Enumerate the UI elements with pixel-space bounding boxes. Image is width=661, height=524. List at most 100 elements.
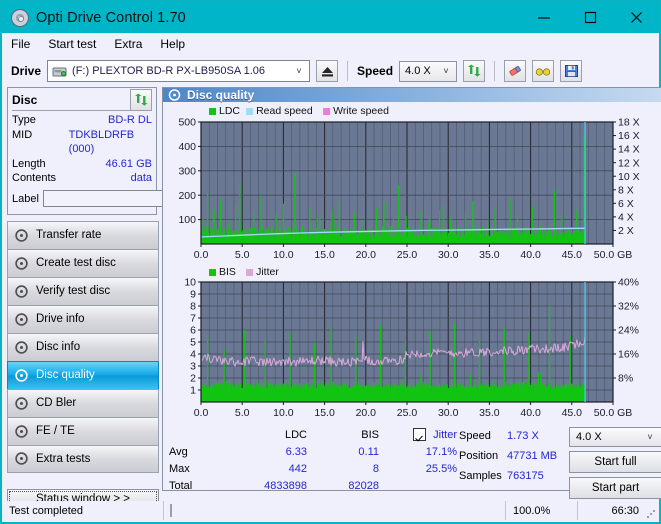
- drive-icon: [52, 67, 67, 77]
- stats-row-avg: Avg 6.33 0.11 17.1%: [169, 443, 459, 460]
- disc-label-key: Label: [12, 192, 39, 205]
- sidebar: Disc Type BD-R DL MID TDKBLDRFB (000) Le…: [2, 87, 247, 509]
- svg-text:200: 200: [178, 190, 196, 202]
- stats-avg-jitter: 17.1%: [425, 445, 457, 458]
- stats-table: LDC BIS Jitter Avg 6.33 0.11 17.1% Max 4…: [169, 426, 459, 499]
- svg-text:40.0: 40.0: [520, 407, 541, 419]
- stats-col-ldc: LDC: [284, 428, 307, 441]
- stats-row-label: Max: [169, 462, 190, 475]
- menu-file[interactable]: File: [11, 37, 30, 51]
- disc-row-mid: MID TDKBLDRFB (000): [12, 128, 152, 157]
- bis-jitter-chart[interactable]: BIS Jitter 1 2 3 4 5 6 7 8 9 10 8% 16% 24% 32% 40% 0.0 5.0…: [163, 264, 661, 422]
- svg-text:Write speed: Write speed: [333, 105, 389, 117]
- svg-text:40.0: 40.0: [520, 249, 541, 261]
- svg-text:14 X: 14 X: [618, 144, 640, 156]
- refresh-button[interactable]: [463, 60, 486, 82]
- sidebar-label: Create test disc: [36, 257, 116, 269]
- sidebar-item-verify-test-disc[interactable]: Verify test disc: [7, 276, 159, 305]
- test-buttons: 4.0 X ˅ Start full Start part: [569, 426, 661, 499]
- menu-extra[interactable]: Extra: [114, 37, 142, 51]
- menu-bar: File Start test Extra Help: [2, 33, 659, 55]
- svg-text:45.0: 45.0: [562, 249, 583, 261]
- start-part-button[interactable]: Start part: [569, 477, 661, 499]
- svg-text:2: 2: [190, 373, 196, 385]
- eraser-button[interactable]: [504, 60, 527, 82]
- close-button[interactable]: [613, 2, 659, 33]
- svg-text:9: 9: [190, 289, 196, 301]
- drive-toolbar: Drive (F:) PLEXTOR BD-R PX-LB950SA 1.06 …: [2, 55, 659, 87]
- stats-row-total: Total 4833898 82028: [169, 477, 459, 494]
- stats-total-bis: 82028: [348, 479, 379, 492]
- samples-value: 763175: [507, 470, 544, 482]
- stats-col-jitter-wrap: Jitter: [379, 428, 457, 441]
- refresh-icon: [134, 93, 147, 106]
- title-bar: Opti Drive Control 1.70: [2, 2, 659, 33]
- svg-text:15.0: 15.0: [314, 249, 335, 261]
- stats-max-bis: 8: [372, 462, 379, 475]
- svg-text:25.0: 25.0: [397, 249, 418, 261]
- sidebar-item-disc-info[interactable]: Disc info: [7, 332, 159, 361]
- sidebar-item-fe-te[interactable]: FE / TE: [7, 416, 159, 445]
- chevron-down-icon: ˅: [443, 66, 449, 76]
- drive-label: Drive: [11, 64, 42, 78]
- svg-text:50.0 GB: 50.0 GB: [594, 407, 633, 419]
- disc-icon: [168, 89, 181, 101]
- svg-text:16%: 16%: [618, 349, 639, 361]
- sidebar-item-extra-tests[interactable]: Extra tests: [7, 444, 159, 473]
- position-value: 47731 MB: [507, 450, 558, 462]
- svg-text:400: 400: [178, 141, 196, 153]
- sidebar-item-create-test-disc[interactable]: Create test disc: [7, 248, 159, 277]
- glasses-button[interactable]: [532, 60, 555, 82]
- stats-avg-bis: 0.11: [358, 445, 379, 458]
- svg-text:LDC: LDC: [219, 105, 240, 117]
- eject-button[interactable]: [316, 60, 339, 82]
- svg-text:100: 100: [178, 214, 196, 226]
- sidebar-item-drive-info[interactable]: Drive info: [7, 304, 159, 333]
- stats-total-ldc: 4833898: [264, 479, 307, 492]
- speed-select[interactable]: 4.0 X ˅: [399, 60, 458, 82]
- status-text: Test completed: [4, 501, 164, 520]
- save-button[interactable]: [560, 60, 583, 82]
- svg-text:6: 6: [190, 325, 196, 337]
- disc-refresh-button[interactable]: [130, 88, 152, 111]
- sidebar-item-cd-bler[interactable]: CD Bler: [7, 388, 159, 417]
- sidebar-label: Disc quality: [36, 369, 95, 381]
- svg-text:5: 5: [190, 337, 196, 349]
- sidebar-item-disc-quality[interactable]: Disc quality: [7, 360, 159, 389]
- ldc-chart[interactable]: LDC Read speed Write speed 100 200 300 400 500 2…: [163, 102, 661, 264]
- svg-text:30.0: 30.0: [438, 249, 459, 261]
- toolbar-divider: [347, 61, 349, 81]
- readout-speed: Speed 1.73 X: [459, 426, 569, 446]
- menu-start-test[interactable]: Start test: [48, 37, 96, 51]
- disc-value-contents: data: [130, 172, 152, 184]
- svg-text:0.0: 0.0: [194, 407, 209, 419]
- jitter-checkbox[interactable]: [413, 428, 427, 441]
- test-speed-value: 4.0 X: [576, 431, 602, 443]
- eraser-icon: [509, 66, 521, 76]
- disc-row-length: Length 46.61 GB: [12, 157, 152, 172]
- app-window: Opti Drive Control 1.70 File Start test …: [0, 0, 661, 524]
- svg-text:45.0: 45.0: [562, 407, 583, 419]
- svg-text:10: 10: [184, 277, 196, 289]
- disc-icon: [15, 228, 28, 242]
- start-full-button[interactable]: Start full: [569, 451, 661, 473]
- drive-select[interactable]: (F:) PLEXTOR BD-R PX-LB950SA 1.06 ˅: [47, 60, 311, 82]
- disc-icon: [15, 368, 28, 382]
- menu-help[interactable]: Help: [160, 37, 185, 51]
- disc-icon: [15, 256, 28, 270]
- stats-row-label: Avg: [169, 445, 188, 458]
- minimize-button[interactable]: [521, 2, 567, 33]
- maximize-button[interactable]: [567, 2, 613, 33]
- chevron-down-icon: ˅: [296, 66, 302, 76]
- svg-text:25.0: 25.0: [397, 407, 418, 419]
- test-controls: Speed 1.73 X Position 47731 MB Samples 7…: [459, 426, 661, 499]
- speed-readout-label: Speed: [459, 430, 491, 442]
- test-speed-select[interactable]: 4.0 X ˅: [569, 427, 661, 447]
- disc-icon: [15, 340, 28, 354]
- svg-text:300: 300: [178, 165, 196, 177]
- sidebar-item-transfer-rate[interactable]: Transfer rate: [7, 220, 159, 249]
- resize-grip[interactable]: [646, 509, 656, 519]
- toolbar-divider-2: [494, 61, 496, 81]
- svg-text:6 X: 6 X: [618, 198, 634, 210]
- svg-text:16 X: 16 X: [618, 130, 640, 142]
